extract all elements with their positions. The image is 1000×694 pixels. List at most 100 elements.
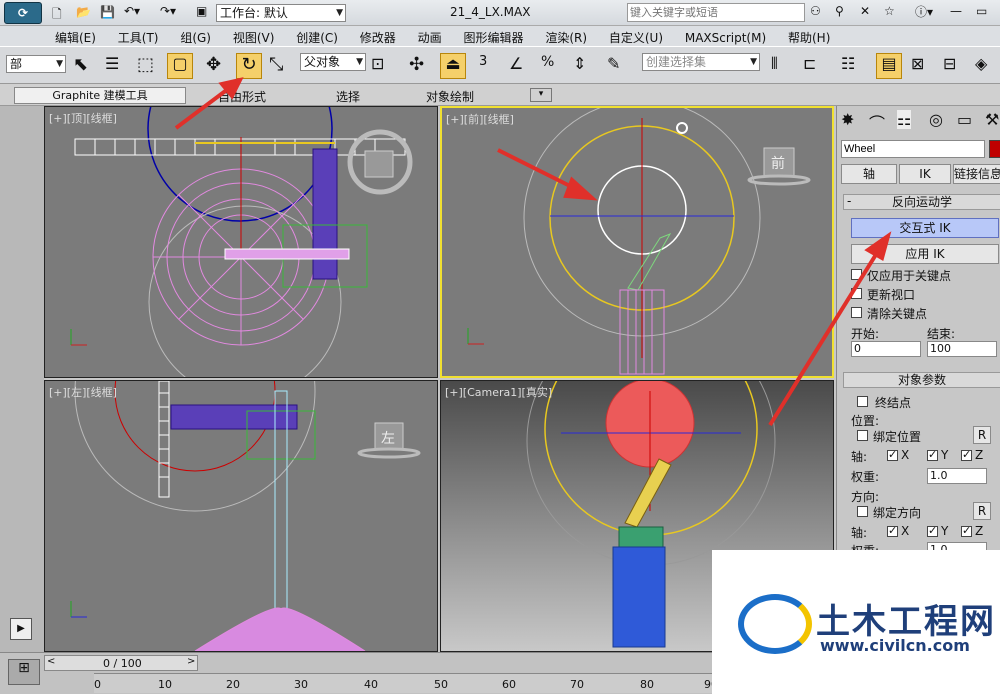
terminator-checkbox[interactable]: [857, 396, 868, 407]
menu-tools[interactable]: 工具(T): [118, 29, 159, 46]
modify-tab-icon[interactable]: ⌒: [869, 110, 885, 134]
select-scale-icon[interactable]: ⤡: [268, 53, 294, 79]
menu-customize[interactable]: 自定义(U): [609, 29, 663, 46]
scene-explorer-icon[interactable]: ▤: [876, 53, 902, 79]
viewport-camera-label[interactable]: [+][Camera1][真实]: [445, 384, 552, 400]
track-bar[interactable]: 0 10 20 30 40 50 60 70 80 90: [94, 673, 718, 693]
interactive-ik-button[interactable]: 交互式 IK: [851, 218, 999, 238]
viewcube-left-label[interactable]: 左: [381, 428, 395, 448]
hierarchy-tab-icon[interactable]: ⚏: [897, 110, 912, 129]
viewport-layout-icon[interactable]: ⊞: [8, 659, 40, 685]
time-slider-prev-icon[interactable]: <: [47, 656, 55, 667]
utilities-tab-icon[interactable]: ⚒: [985, 110, 999, 129]
orientation-y-checkbox[interactable]: [927, 524, 938, 537]
mirror-icon[interactable]: ⫴: [770, 53, 796, 79]
axis-tab-button[interactable]: 轴: [841, 164, 897, 184]
angle-snap-icon[interactable]: ∠: [508, 53, 534, 79]
spinner-snap-icon[interactable]: ⇕: [572, 53, 598, 79]
menu-views[interactable]: 视图(V): [233, 29, 275, 46]
save-file-icon[interactable]: 💾: [100, 5, 115, 19]
position-z-checkbox[interactable]: [961, 448, 972, 461]
viewport-left[interactable]: [+][左][线框] 左: [44, 380, 438, 652]
schematic-view-icon[interactable]: ⊟: [942, 53, 968, 79]
menu-group[interactable]: 组(G): [180, 29, 211, 46]
maximize-icon[interactable]: ▭: [976, 4, 987, 18]
tab-graphite-modeling[interactable]: Graphite 建模工具: [14, 87, 186, 104]
bind-position-checkbox[interactable]: [857, 430, 868, 441]
motion-tab-icon[interactable]: ◎: [929, 110, 943, 129]
viewport-front[interactable]: [+][前][线框] 前: [440, 106, 834, 378]
align-icon[interactable]: ⊏: [802, 53, 828, 79]
keyboard-shortcut-override-icon[interactable]: ⏏: [440, 53, 466, 79]
clear-keys-checkbox[interactable]: [851, 307, 862, 318]
bind-orientation-checkbox[interactable]: [857, 506, 868, 517]
workspace-dropdown[interactable]: 工作台: 默认: [216, 4, 346, 22]
named-selection-dropdown[interactable]: 创建选择集: [642, 53, 760, 71]
link-info-tab-button[interactable]: 链接信息: [953, 164, 1000, 184]
menu-edit[interactable]: 编辑(E): [55, 29, 96, 46]
object-params-rollout[interactable]: 对象参数: [843, 372, 1000, 388]
minimize-icon[interactable]: —: [950, 4, 962, 18]
ribbon-options-icon[interactable]: ▾: [530, 88, 552, 102]
create-tab-icon[interactable]: ✸: [841, 110, 854, 129]
snaps-toggle-icon[interactable]: 3: [478, 53, 504, 79]
viewport-left-label[interactable]: [+][左][线框]: [49, 384, 117, 400]
inverse-kinematics-rollout[interactable]: 反向运动学: [843, 194, 1000, 210]
percent-snap-icon[interactable]: %: [540, 53, 566, 79]
material-editor-icon[interactable]: ◈: [974, 53, 1000, 79]
menu-maxscript[interactable]: MAXScript(M): [685, 31, 766, 45]
bind-orientation-r-button[interactable]: R: [973, 502, 991, 520]
menu-animation[interactable]: 动画: [418, 29, 442, 46]
binoculars-icon[interactable]: ⚇: [810, 4, 821, 18]
menu-create[interactable]: 创建(C): [296, 29, 338, 46]
bind-position-r-button[interactable]: R: [973, 426, 991, 444]
project-folder-icon[interactable]: ▣: [196, 4, 207, 18]
time-slider-next-icon[interactable]: >: [187, 656, 195, 667]
tab-object-paint[interactable]: 对象绘制: [426, 88, 474, 105]
search-input[interactable]: [627, 3, 805, 22]
menu-modifiers[interactable]: 修改器: [360, 29, 396, 46]
viewport-top[interactable]: [+][顶][线框]: [44, 106, 438, 378]
tab-selection[interactable]: 选择: [336, 88, 360, 105]
expand-panel-icon[interactable]: ▶: [10, 618, 32, 640]
edit-named-selection-icon[interactable]: ✎: [606, 53, 632, 79]
position-y-checkbox[interactable]: [927, 448, 938, 461]
display-tab-icon[interactable]: ▭: [957, 110, 972, 129]
rectangular-selection-icon[interactable]: ⬚: [136, 53, 162, 79]
help-icon[interactable]: ⓘ▾: [915, 3, 933, 20]
update-viewport-checkbox[interactable]: [851, 288, 862, 299]
layer-manager-icon[interactable]: ☷: [840, 53, 866, 79]
menu-help[interactable]: 帮助(H): [788, 29, 830, 46]
open-file-icon[interactable]: 📂: [76, 5, 91, 19]
redo-icon[interactable]: ↷▾: [160, 4, 176, 18]
pivot-center-icon[interactable]: ⊡: [370, 53, 396, 79]
select-manipulate-icon[interactable]: ✣: [408, 53, 434, 79]
viewport-top-label[interactable]: [+][顶][线框]: [49, 110, 117, 126]
curve-editor-icon[interactable]: ⊠: [910, 53, 936, 79]
apply-only-keys-checkbox[interactable]: [851, 269, 862, 280]
menu-graph-editors[interactable]: 图形编辑器: [463, 29, 523, 46]
start-spinner[interactable]: 0: [851, 341, 921, 357]
undo-icon[interactable]: ↶▾: [124, 4, 140, 18]
viewcube-front-label[interactable]: 前: [771, 153, 785, 173]
new-file-icon[interactable]: 🗋: [52, 5, 62, 26]
selection-filter-dropdown[interactable]: 部: [6, 55, 66, 73]
tools-icon[interactable]: ✕: [860, 4, 870, 18]
position-weight-spinner[interactable]: 1.0: [927, 468, 987, 484]
tab-freeform[interactable]: 自由形式: [218, 88, 266, 105]
orientation-x-checkbox[interactable]: [887, 524, 898, 537]
object-color-swatch[interactable]: [989, 140, 1000, 158]
orientation-z-checkbox[interactable]: [961, 524, 972, 537]
end-spinner[interactable]: 100: [927, 341, 997, 357]
communication-center-icon[interactable]: ⚲: [835, 4, 844, 18]
window-crossing-icon[interactable]: ▢: [167, 53, 193, 79]
select-rotate-icon[interactable]: ↻: [236, 53, 262, 79]
app-logo-icon[interactable]: ⟳: [4, 2, 42, 24]
position-x-checkbox[interactable]: [887, 448, 898, 461]
object-name-field[interactable]: [841, 140, 985, 158]
menu-rendering[interactable]: 渲染(R): [545, 29, 587, 46]
favorites-icon[interactable]: ☆: [884, 4, 895, 18]
select-move-icon[interactable]: ✥: [205, 53, 231, 79]
ik-tab-button[interactable]: IK: [899, 164, 951, 184]
viewport-front-label[interactable]: [+][前][线框]: [446, 111, 514, 127]
